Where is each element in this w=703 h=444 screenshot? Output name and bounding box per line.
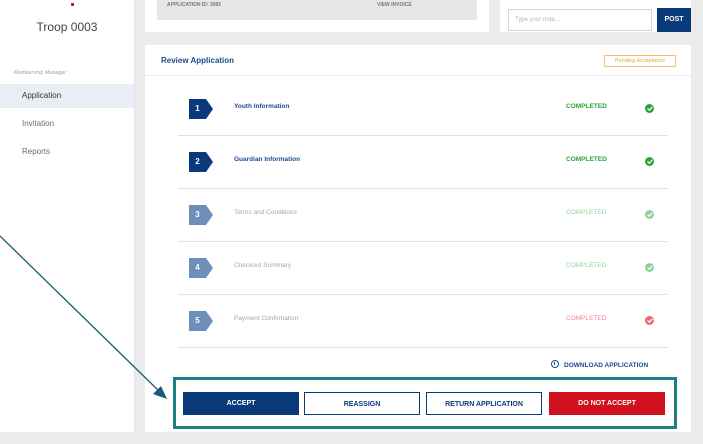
troop-title: Troop 0003 — [36, 20, 98, 34]
sidebar: Troop 0003 Membership Manager Applicatio… — [0, 0, 135, 432]
step-number: 1 — [195, 104, 200, 113]
review-title: Review Application — [161, 56, 235, 65]
section-label: Membership Manager — [14, 70, 67, 76]
step-row-checkout-summary[interactable]: 4 Checkout Summary COMPLETED — [178, 242, 668, 295]
step-number-badge: 4 — [189, 258, 213, 278]
sidebar-item-invitation[interactable]: Invitation — [0, 112, 134, 136]
check-circle-icon — [645, 210, 654, 219]
step-status: COMPLETED — [566, 103, 607, 110]
step-status: COMPLETED — [566, 156, 607, 163]
step-number: 4 — [195, 263, 200, 272]
step-number: 5 — [195, 316, 200, 325]
reassign-button[interactable]: REASSIGN — [304, 392, 420, 415]
step-status: COMPLETED — [566, 209, 607, 216]
application-summary-bar: APPLICATION ID: 3092 VIEW INVOICE — [157, 0, 477, 20]
step-status: COMPLETED — [566, 262, 607, 269]
note-card: Type your note... POST — [500, 0, 691, 32]
step-row-terms-and-conditions[interactable]: 3 Terms and Conditions COMPLETED — [178, 189, 668, 242]
step-row-payment-confirmation[interactable]: 5 Payment Confirmation COMPLETED — [178, 295, 668, 348]
step-number: 2 — [195, 157, 200, 166]
step-label: Payment Confirmation — [234, 315, 299, 322]
do-not-accept-button[interactable]: DO NOT ACCEPT — [549, 392, 665, 415]
divider — [145, 75, 691, 76]
download-icon — [551, 360, 559, 368]
step-row-guardian-information[interactable]: 2 Guardian Information COMPLETED — [178, 136, 668, 189]
step-number-badge: 5 — [189, 311, 213, 331]
check-circle-icon — [645, 263, 654, 272]
step-number-badge: 3 — [189, 205, 213, 225]
logo-mark — [71, 3, 74, 6]
review-application-card: Review Application Pending Acceptance 1 … — [145, 45, 691, 432]
step-row-youth-information[interactable]: 1 Youth Information COMPLETED — [178, 83, 668, 136]
note-input[interactable]: Type your note... — [508, 9, 652, 31]
application-summary-card: APPLICATION ID: 3092 VIEW INVOICE — [145, 0, 489, 32]
download-label: DOWNLOAD APPLICATION — [564, 362, 649, 369]
sidebar-item-reports[interactable]: Reports — [0, 140, 134, 164]
step-number-badge: 2 — [189, 152, 213, 172]
action-buttons-highlight: ACCEPT REASSIGN RETURN APPLICATION DO NO… — [173, 377, 677, 429]
post-button[interactable]: POST — [657, 8, 691, 32]
step-label: Youth Information — [234, 103, 290, 110]
accept-button[interactable]: ACCEPT — [183, 392, 299, 415]
return-application-button[interactable]: RETURN APPLICATION — [426, 392, 542, 415]
sidebar-item-application[interactable]: Application — [0, 84, 134, 108]
step-status: COMPLETED — [566, 315, 607, 322]
check-circle-icon — [645, 157, 654, 166]
step-number: 3 — [195, 210, 200, 219]
check-circle-icon — [645, 316, 654, 325]
status-badge: Pending Acceptance — [604, 55, 676, 67]
step-number-badge: 1 — [189, 99, 213, 119]
application-id: APPLICATION ID: 3092 — [167, 2, 222, 8]
view-invoice-link[interactable]: VIEW INVOICE — [377, 2, 412, 8]
step-label: Guardian Information — [234, 156, 301, 163]
download-application-link[interactable]: DOWNLOAD APPLICATION — [551, 360, 648, 369]
step-label: Checkout Summary — [234, 262, 292, 269]
check-circle-icon — [645, 104, 654, 113]
step-label: Terms and Conditions — [234, 209, 297, 216]
